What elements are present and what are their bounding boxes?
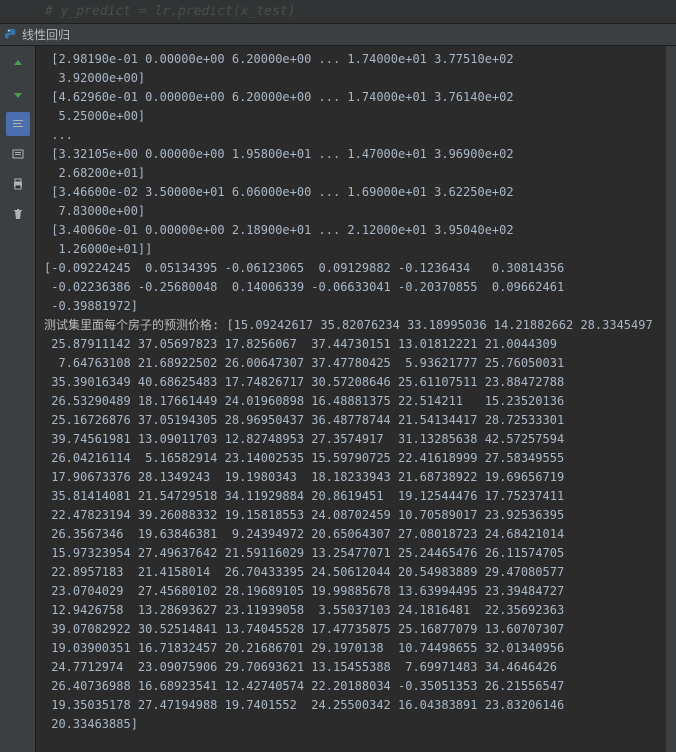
editor-area: # y_predict = lr.predict(x_test) (0, 0, 676, 24)
commented-code: # y_predict = lr.predict(x_test) (45, 4, 295, 19)
vertical-scrollbar[interactable] (666, 46, 676, 752)
console-output[interactable]: [2.98190e-01 0.00000e+00 6.20000e+00 ...… (36, 46, 676, 752)
python-icon (4, 28, 18, 42)
console-toolbar (0, 46, 36, 752)
arrow-down-icon[interactable] (6, 82, 30, 106)
filter-icon[interactable] (6, 142, 30, 166)
wrap-icon[interactable] (6, 112, 30, 136)
print-icon[interactable] (6, 172, 30, 196)
trash-icon[interactable] (6, 202, 30, 226)
tab-title: 线性回归 (22, 26, 70, 43)
arrow-up-icon[interactable] (6, 52, 30, 76)
console-header: 线性回归 (0, 24, 676, 46)
